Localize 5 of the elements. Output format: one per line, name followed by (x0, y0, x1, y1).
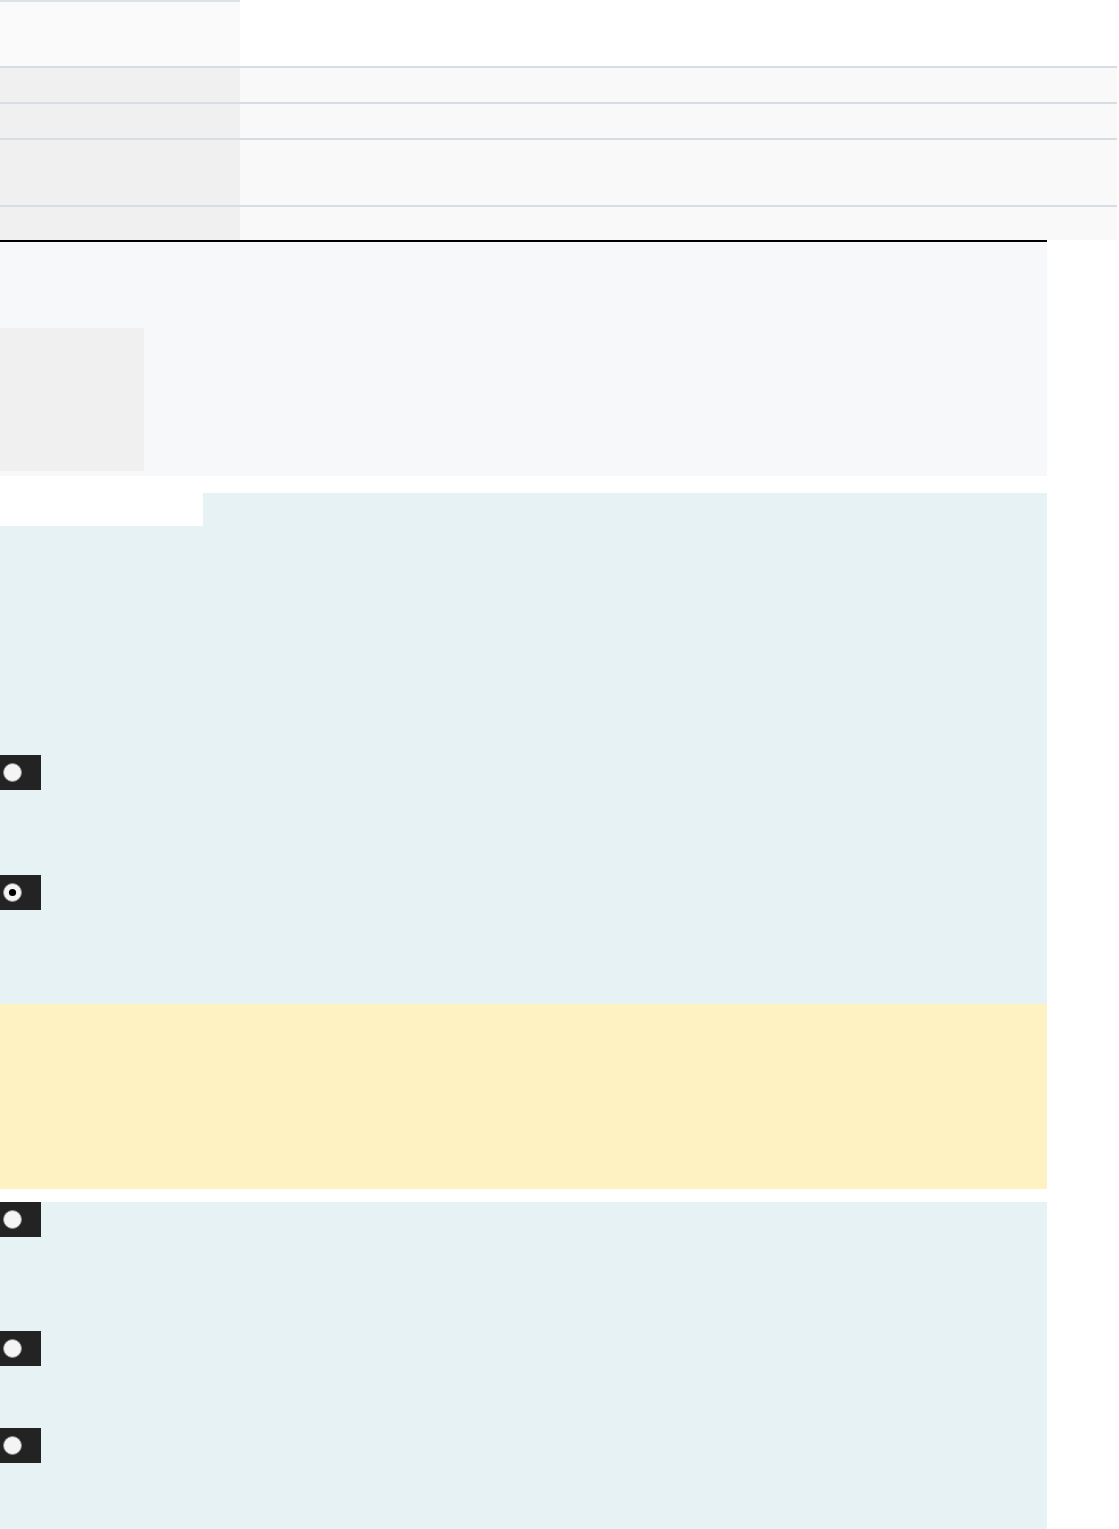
radio-button[interactable] (0, 1428, 41, 1463)
radio-button[interactable] (0, 1331, 41, 1366)
radio-button[interactable] (0, 755, 41, 790)
radio-button[interactable] (0, 1202, 41, 1237)
radio-button[interactable] (0, 875, 41, 910)
